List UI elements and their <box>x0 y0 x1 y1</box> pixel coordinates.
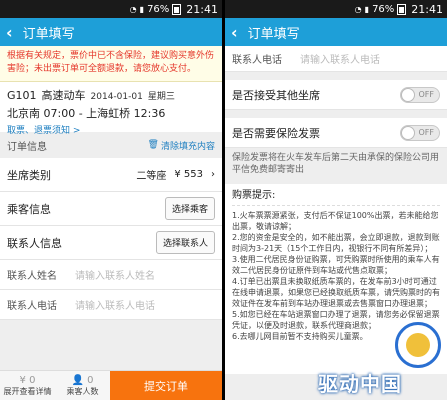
passenger-count: 👤 0 乘客人数 <box>55 375 110 397</box>
tip-item: 1.火车票票源紧张，支付后不保证100%出票，若未能给您出票，敬请谅解； <box>232 211 439 231</box>
train-date: 2014-01-01 <box>90 92 143 102</box>
yen-icon: ¥ <box>19 374 26 386</box>
toggle-knob <box>401 87 415 102</box>
total-amount: 0 <box>29 374 36 386</box>
contact-phone-field[interactable]: 联系人电话 请输入联系人电话 <box>0 290 222 320</box>
clock: 21:41 <box>186 2 218 16</box>
insurance-invoice-toggle[interactable]: OFF <box>400 124 440 141</box>
seat-class-value: 二等座 <box>136 171 167 182</box>
wifi-icon: ◔ <box>129 4 137 14</box>
select-contact-button[interactable]: 选择联系人 <box>155 231 215 254</box>
trash-icon: 🗑 <box>147 140 159 150</box>
contact-phone-label: 联系人电话 <box>7 301 57 312</box>
battery-icon <box>397 3 407 15</box>
insurance-invoice-row: 是否需要保险发票 OFF <box>225 118 447 148</box>
select-passenger-button[interactable]: 选择乘客 <box>164 197 215 220</box>
back-icon[interactable]: ‹ <box>231 23 238 42</box>
contact-phone-input[interactable]: 请输入联系人电话 <box>300 51 380 66</box>
train-route: 北京南 07:00 - 上海虹桥 12:36 <box>7 107 166 120</box>
watermark-text: 驱动中国 <box>318 372 402 396</box>
page-title: 订单填写 <box>247 26 300 42</box>
battery-percent: 76% <box>372 3 395 15</box>
clear-fill-button[interactable]: 🗑 清除填充内容 <box>148 139 215 152</box>
contact-row: 联系人信息 选择联系人 <box>0 226 222 260</box>
train-weekday: 星期三 <box>147 92 175 102</box>
invoice-description: 保险发票将在火车发车后第二天由承保的保险公司用平信免费邮寄寄出 <box>225 148 447 180</box>
page-title: 订单填写 <box>22 26 75 42</box>
accept-other-seat-label: 是否接受其他坐席 <box>232 88 320 102</box>
bottom-bar: ¥ 0 展开查看详情 👤 0 乘客人数 提交订单 <box>0 370 222 400</box>
train-type: 高速动车 <box>41 89 86 102</box>
back-icon[interactable]: ‹ <box>6 23 13 42</box>
contact-name-label: 联系人姓名 <box>7 271 57 282</box>
seat-price: ¥ 553 <box>174 169 203 180</box>
accept-other-seat-row: 是否接受其他坐席 OFF <box>225 80 447 110</box>
passenger-row: 乘客信息 选择乘客 <box>0 192 222 226</box>
contact-name-input[interactable]: 请输入联系人姓名 <box>75 267 155 282</box>
watermark-logo <box>395 322 441 368</box>
status-bar: ◔ ▮ 76% 21:41 <box>225 0 447 18</box>
app-bar: ‹ 订单填写 <box>225 18 447 46</box>
submit-order-button[interactable]: 提交订单 <box>110 370 222 400</box>
contact-name-field[interactable]: 联系人姓名 请输入联系人姓名 <box>0 260 222 290</box>
tip-item: 4.订单已出票且未换取纸质车票的，在发车前3小时可通过在线申请退票，如果您已经换… <box>232 277 440 308</box>
expand-details-button[interactable]: ¥ 0 展开查看详情 <box>0 375 55 397</box>
train-info-card: G101 高速动车 2014-01-01 星期三 北京南 07:00 - 上海虹… <box>0 82 222 136</box>
chevron-right-icon: › <box>211 169 215 180</box>
signal-icon: ▮ <box>364 4 370 14</box>
insurance-invoice-label: 是否需要保险发票 <box>232 126 320 140</box>
seat-class-label: 坐席类别 <box>7 168 51 182</box>
battery-percent: 76% <box>147 3 170 15</box>
insurance-notice: 根据有关规定，票价中已不含保险，建议购买意外伤害险；未出票订单可全额退款，请您放… <box>0 46 222 82</box>
seat-class-row[interactable]: 坐席类别 二等座 ¥ 553 › <box>0 158 222 192</box>
contact-phone-input[interactable]: 请输入联系人电话 <box>75 297 155 312</box>
expand-details-label: 展开查看详情 <box>3 386 52 396</box>
toggle-state: OFF <box>418 127 435 137</box>
section-title: 订单信息 <box>7 141 47 153</box>
tip-item: 2.您的资金是安全的，如不能出票，会立即退款，退款到账时间为3-21天（15个工… <box>232 233 440 253</box>
clear-fill-label: 清除填充内容 <box>160 141 215 152</box>
status-bar: ◔ ▮ 76% 21:41 <box>0 0 222 18</box>
passenger-count-label: 乘客人数 <box>66 386 99 396</box>
wifi-icon: ◔ <box>354 4 362 14</box>
person-icon: 👤 <box>71 374 84 386</box>
order-form-screen-left: ◔ ▮ 76% 21:41 ‹ 订单填写 根据有关规定，票价中已不含保险，建议购… <box>0 0 222 400</box>
contact-label: 联系人信息 <box>7 236 62 250</box>
contact-phone-label: 联系人电话 <box>232 55 282 66</box>
passenger-count-value: 0 <box>87 374 94 386</box>
signal-icon: ▮ <box>139 4 145 14</box>
toggle-state: OFF <box>418 89 435 99</box>
contact-phone-field[interactable]: 联系人电话 请输入联系人电话 <box>225 46 447 72</box>
tips-title: 购票提示: <box>232 190 276 201</box>
clock: 21:41 <box>411 2 443 16</box>
accept-other-seat-toggle[interactable]: OFF <box>400 86 440 103</box>
toggle-knob <box>401 125 415 140</box>
app-bar: ‹ 订单填写 <box>0 18 222 46</box>
train-number: G101 <box>7 89 37 102</box>
battery-icon <box>172 3 182 15</box>
passenger-label: 乘客信息 <box>7 202 51 216</box>
tip-item: 3.使用二代居民身份证购票，可凭购票时所使用的乘车人有效二代居民身份证原件到车站… <box>232 255 440 275</box>
